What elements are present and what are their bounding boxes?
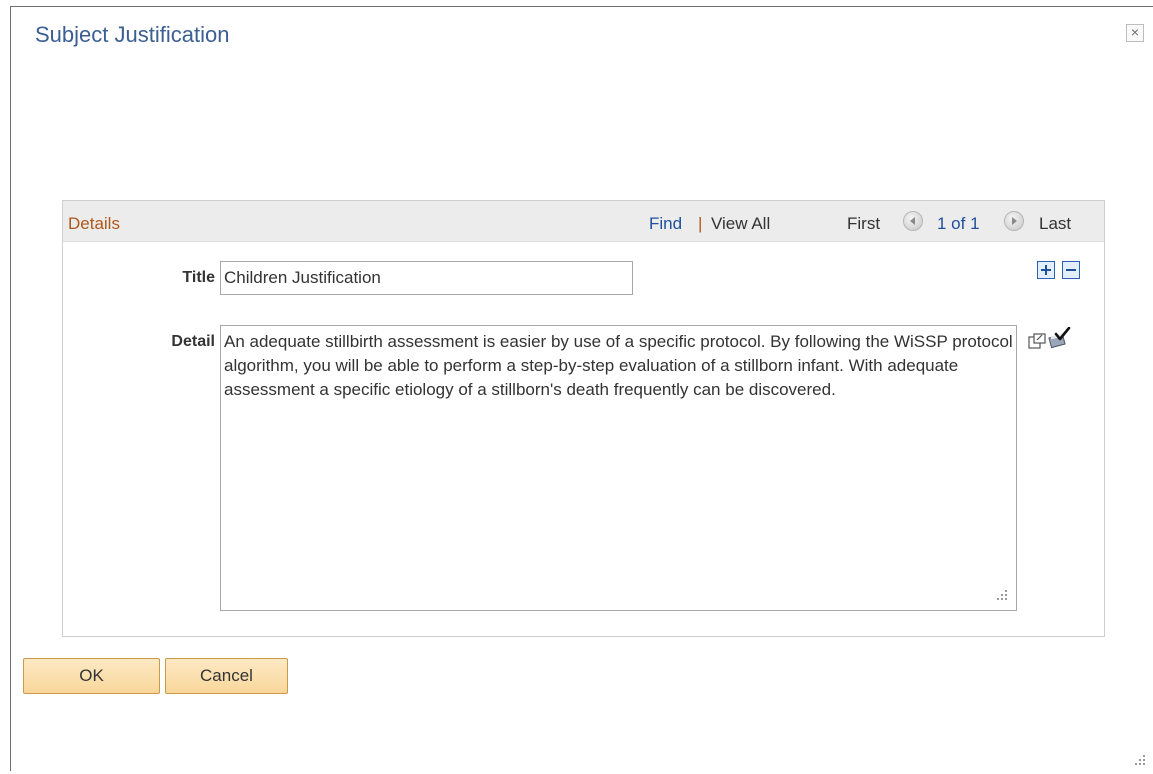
cancel-button[interactable]: Cancel [165, 658, 288, 694]
window-resize-grip-icon[interactable] [1129, 749, 1149, 769]
find-link[interactable]: Find [649, 214, 682, 234]
details-section-label: Details [68, 214, 120, 233]
resize-grip-icon[interactable] [991, 584, 1011, 604]
nav-separator: | [698, 214, 703, 233]
details-panel: Details Find | View All First 1 of 1 Las… [62, 200, 1105, 637]
minus-icon[interactable] [1062, 261, 1080, 279]
title-label: Title [182, 269, 215, 286]
expand-icon[interactable] [1028, 333, 1046, 354]
plus-icon[interactable] [1037, 261, 1055, 279]
next-arrow-icon[interactable] [1004, 211, 1024, 231]
ok-button[interactable]: OK [23, 658, 160, 694]
prev-arrow-icon[interactable] [903, 211, 923, 231]
dialog-title: Subject Justification [35, 22, 230, 47]
title-input[interactable] [220, 261, 633, 295]
spellcheck-icon[interactable] [1047, 326, 1071, 354]
detail-label: Detail [171, 333, 215, 350]
first-label: First [847, 214, 881, 233]
row-count: 1 of 1 [937, 214, 980, 233]
last-label: Last [1039, 214, 1072, 233]
close-icon[interactable]: × [1126, 24, 1144, 42]
view-all-link[interactable]: View All [711, 214, 770, 234]
details-header: Details Find | View All First 1 of 1 Las… [63, 201, 1104, 242]
detail-textarea[interactable]: An adequate stillbirth assessment is eas… [220, 325, 1017, 611]
